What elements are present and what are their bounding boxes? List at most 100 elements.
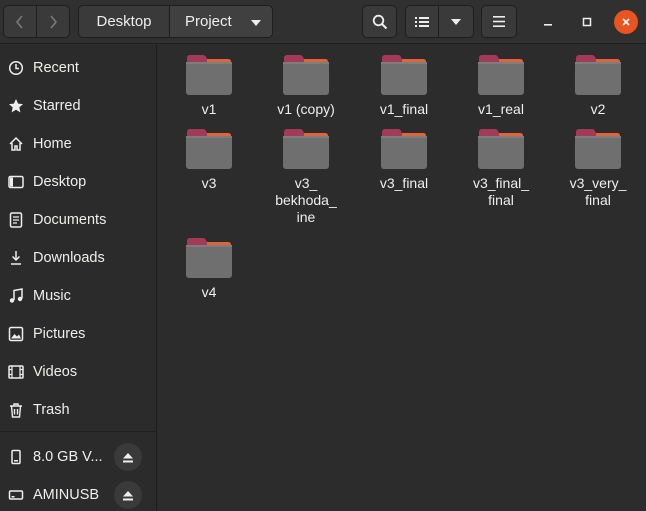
folder-icon: [185, 237, 233, 279]
folder-icon: [574, 54, 622, 96]
star-icon: [8, 98, 24, 114]
eject-button[interactable]: [114, 443, 142, 471]
chevron-down-icon: [451, 18, 461, 25]
music-icon: [8, 288, 24, 304]
close-icon: [622, 18, 630, 26]
folder-item[interactable]: v1_real: [456, 54, 546, 118]
folder-icon: [380, 128, 428, 170]
maximize-button[interactable]: [575, 10, 599, 34]
trash-icon: [8, 402, 24, 418]
folder-item[interactable]: v3: [164, 128, 254, 192]
folder-icon: [282, 128, 330, 170]
folder-name: v3_final_ final: [472, 175, 530, 208]
folder-icon: [185, 54, 233, 96]
view-options-button[interactable]: [438, 5, 474, 38]
folder-name: v2: [590, 101, 606, 117]
folder-item[interactable]: v3_ bekhoda_ ine: [261, 128, 351, 226]
folder-item[interactable]: v1_final: [359, 54, 449, 118]
breadcrumb-desktop[interactable]: Desktop: [78, 5, 170, 38]
sidebar-item-label: AMINUSB: [33, 487, 100, 503]
folder-icon: [282, 54, 330, 96]
download-icon: [8, 250, 24, 266]
close-button[interactable]: [614, 10, 638, 34]
folder-icon: [185, 128, 233, 170]
main-menu-button[interactable]: [481, 5, 517, 38]
maximize-icon: [582, 17, 592, 27]
folder-name: v3_final: [379, 175, 429, 191]
search-icon: [372, 14, 387, 29]
sidebar-item-label: Videos: [33, 364, 78, 380]
sidebar-item-pictures[interactable]: Pictures: [0, 317, 156, 351]
sidebar-item-documents[interactable]: Documents: [0, 203, 156, 237]
folder-name: v3_very_ final: [569, 175, 627, 208]
sidebar-item-starred[interactable]: Starred: [0, 89, 156, 123]
sidebar-item-label: Trash: [33, 402, 70, 418]
usb-drive-icon: [8, 487, 24, 503]
minimize-icon: [544, 24, 552, 26]
sidebar-item-trash[interactable]: Trash: [0, 393, 156, 427]
sidebar-item-recent[interactable]: Recent: [0, 51, 156, 85]
header-bar: Desktop Project: [0, 0, 646, 44]
folder-item[interactable]: v3_final: [359, 128, 449, 192]
pictures-icon: [8, 326, 24, 342]
sidebar-item-usb[interactable]: AMINUSB: [0, 478, 156, 511]
breadcrumb-project-label: Project: [185, 13, 232, 30]
folder-item[interactable]: v1: [164, 54, 254, 118]
documents-icon: [8, 212, 24, 228]
folder-item[interactable]: v2: [553, 54, 643, 118]
minimize-button[interactable]: [536, 10, 560, 34]
file-view: v1 v1 (copy) v1_final v1_real v2 v3 v3_ b…: [158, 45, 646, 511]
sidebar-divider: [0, 431, 156, 432]
sidebar-item-downloads[interactable]: Downloads: [0, 241, 156, 275]
eject-icon: [123, 490, 133, 500]
folder-icon: [380, 54, 428, 96]
sidebar-item-label: Downloads: [33, 250, 105, 266]
home-icon: [8, 136, 24, 152]
sidebar-item-desktop[interactable]: Desktop: [0, 165, 156, 199]
folder-icon: [477, 128, 525, 170]
sidebar: Recent Starred Home Desktop Documents Do…: [0, 45, 157, 511]
folder-item[interactable]: v1 (copy): [261, 54, 351, 118]
desktop-icon: [8, 174, 24, 190]
breadcrumb-project[interactable]: Project: [169, 5, 273, 38]
folder-name: v4: [201, 284, 217, 300]
sidebar-item-label: Recent: [33, 60, 79, 76]
forward-button[interactable]: [36, 5, 70, 38]
search-button[interactable]: [362, 5, 397, 38]
sidebar-item-videos[interactable]: Videos: [0, 355, 156, 389]
eject-button[interactable]: [114, 481, 142, 509]
eject-icon: [123, 452, 133, 462]
folder-item[interactable]: v4: [164, 237, 254, 301]
sidebar-item-home[interactable]: Home: [0, 127, 156, 161]
back-button[interactable]: [3, 5, 37, 38]
chevron-down-icon: [251, 20, 261, 26]
sidebar-item-label: 8.0 GB V...: [33, 449, 103, 465]
folder-name: v1 (copy): [277, 101, 335, 117]
sidebar-item-label: Home: [33, 136, 72, 152]
videos-icon: [8, 364, 24, 380]
folder-name: v3_ bekhoda_ ine: [275, 175, 337, 225]
breadcrumb-desktop-label: Desktop: [96, 13, 152, 30]
sidebar-item-label: Pictures: [33, 326, 86, 342]
hamburger-icon: [493, 16, 505, 27]
folder-item[interactable]: v3_very_ final: [553, 128, 643, 209]
chevron-left-icon: [15, 14, 23, 29]
sidebar-item-music[interactable]: Music: [0, 279, 156, 313]
sidebar-item-label: Music: [33, 288, 71, 304]
folder-name: v1: [201, 101, 217, 117]
sidebar-item-drive[interactable]: 8.0 GB V...: [0, 440, 156, 474]
sidebar-item-label: Documents: [33, 212, 107, 228]
list-view-button[interactable]: [405, 5, 439, 38]
folder-name: v3: [201, 175, 217, 191]
clock-icon: [8, 60, 24, 76]
folder-icon: [574, 128, 622, 170]
chevron-right-icon: [50, 14, 58, 29]
list-view-icon: [415, 16, 429, 27]
sidebar-item-label: Starred: [33, 98, 81, 114]
folder-name: v1_real: [478, 101, 524, 117]
folder-item[interactable]: v3_final_ final: [456, 128, 546, 209]
folder-name: v1_final: [379, 101, 429, 117]
sidebar-item-label: Desktop: [33, 174, 87, 190]
drive-icon: [8, 449, 24, 465]
folder-icon: [477, 54, 525, 96]
